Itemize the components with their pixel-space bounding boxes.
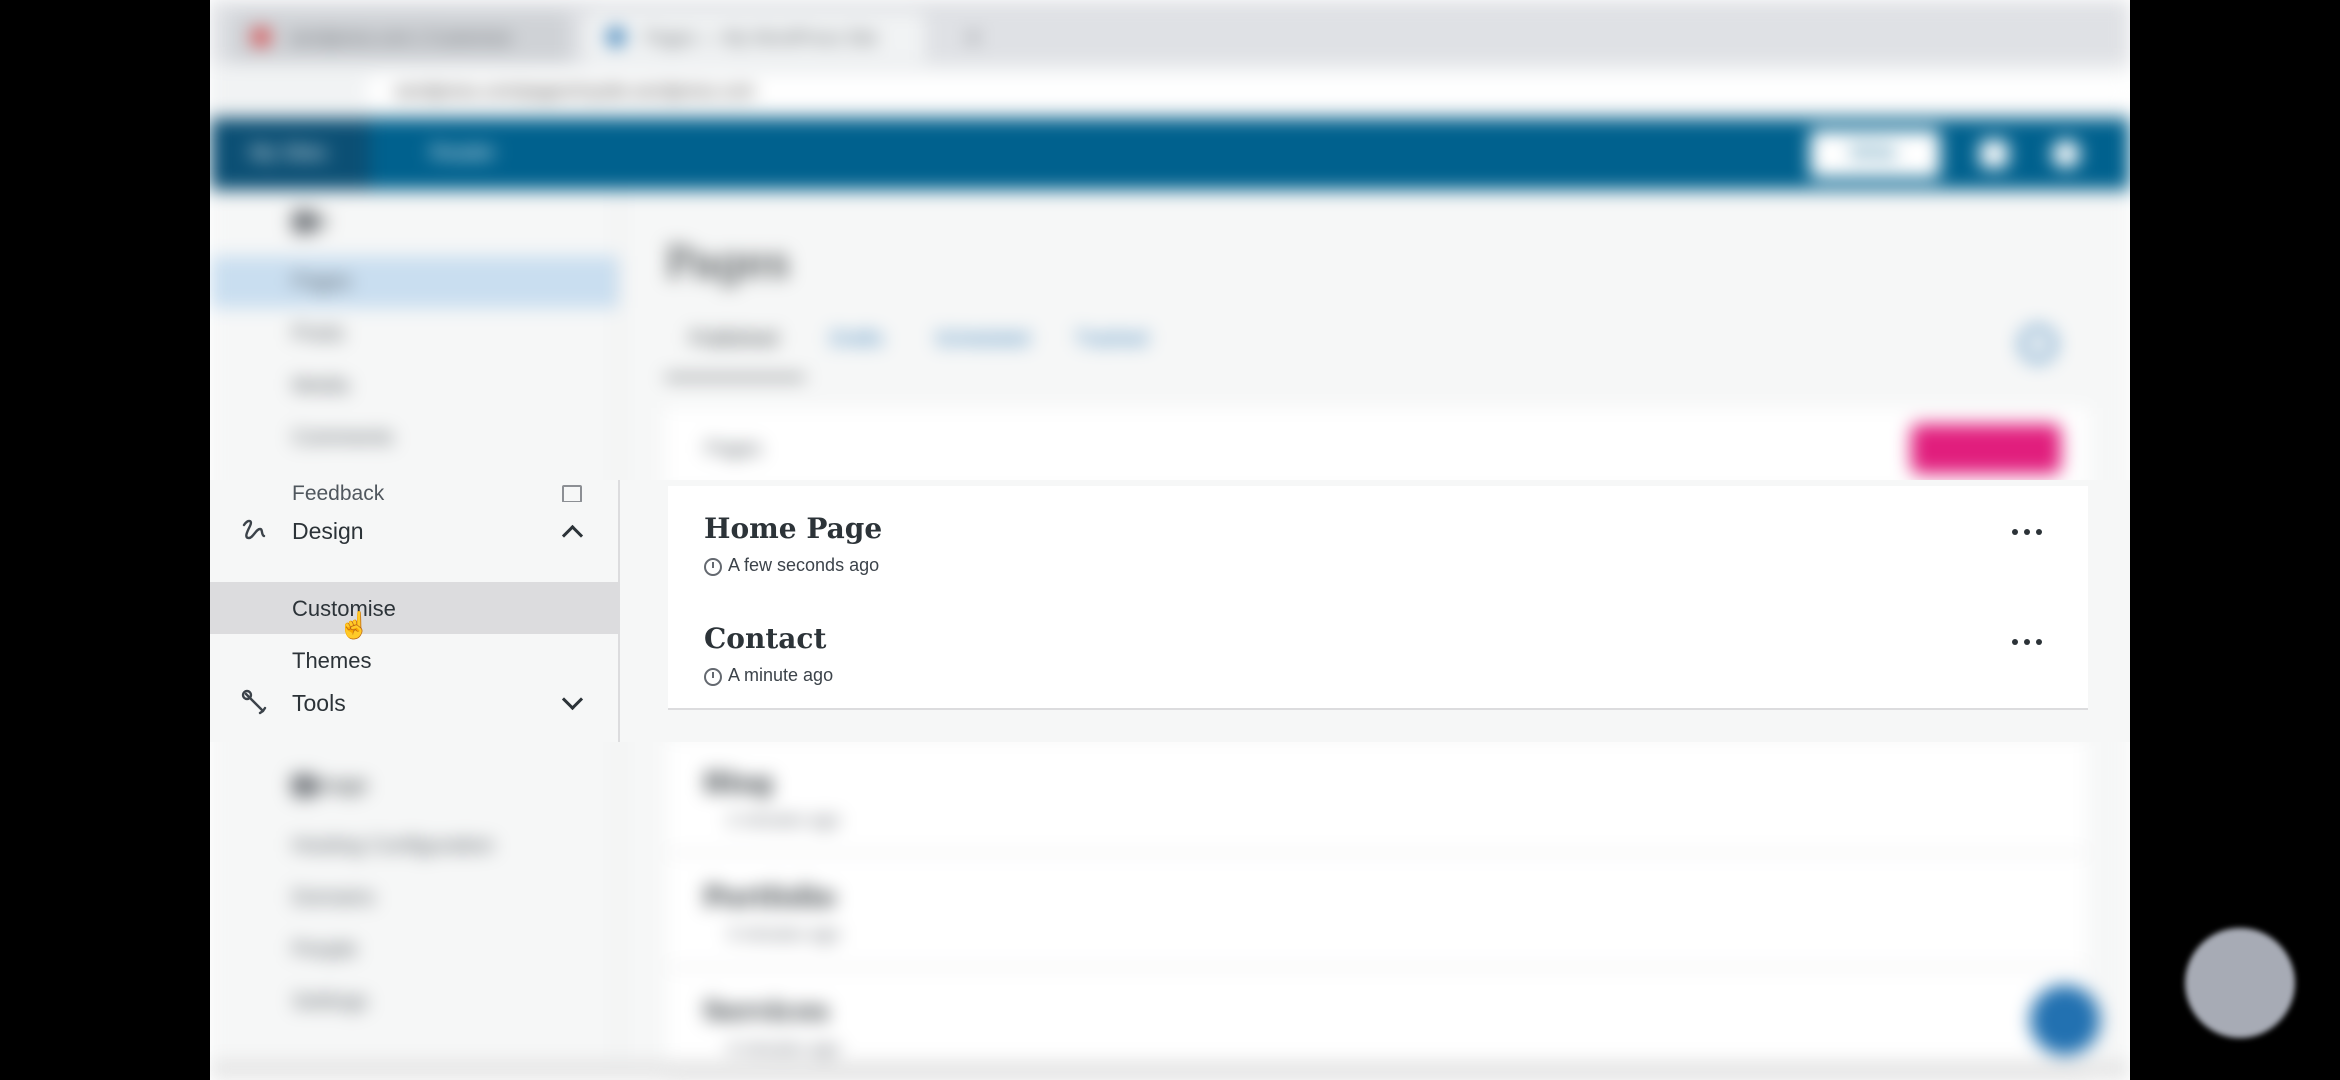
tab-drafts[interactable]: Drafts [830,328,883,351]
page-title-text: Blog [703,768,773,799]
sidebar-item-settings[interactable]: Settings [210,976,618,1028]
write-button[interactable]: Write [1810,130,1940,178]
page-title-text[interactable]: Contact [704,622,826,655]
page-title: Pages [665,238,790,287]
ellipsis-icon [2012,639,2018,645]
list-item[interactable]: Blog 2 minutes ago [667,740,2087,854]
add-bar-label: Pages [705,438,762,460]
sidebar-label: Site [292,210,329,233]
list-item[interactable]: Portfolio 3 minutes ago [667,854,2087,968]
address-bar-area: wordpress.com/pages/mysite.wordpress.com [210,64,2130,118]
tab-title: wordpress.com | Customize [290,28,512,48]
page-title-text: Services [703,996,829,1027]
sidebar-label: Design [292,518,364,544]
sidebar-label: Comments [292,426,394,449]
favicon-icon [252,28,270,46]
ellipsis-icon [2024,639,2030,645]
page-title-text: Portfolio [703,882,836,913]
page-time: A minute ago [728,665,834,685]
browser-tab-strip: wordpress.com | Customize Pages — My Wor… [210,0,2130,70]
external-link-icon [562,485,582,502]
sidebar-item-media[interactable]: Media [210,360,618,412]
add-new-page-button[interactable] [1911,424,2061,474]
sidebar-item-pages[interactable]: Pages [210,256,618,308]
favicon-icon [607,28,625,46]
browser-tab[interactable]: wordpress.com | Customize [230,12,570,62]
tab-scheduled[interactable]: Scheduled [935,328,1030,351]
write-label: Write [1850,142,1897,164]
address-bar[interactable]: wordpress.com/pages/mysite.wordpress.com [365,75,2130,107]
sidebar-item-hosting[interactable]: Hosting Configuration [210,820,618,872]
browser-tab-active[interactable]: Pages — My WordPress Site [585,12,925,62]
sidebar-label: Settings [292,990,368,1013]
sidebar-label: People [292,938,358,961]
sidebar-menu-design[interactable]: Design [210,504,618,556]
clock-icon [704,668,722,686]
sidebar-label: Hosting Configuration [292,834,494,857]
reader-button[interactable]: Reader [390,118,520,190]
reader-label: Reader [430,142,496,164]
wp-admin-bar: My Sites Reader Write [210,118,2130,190]
page-title-text[interactable]: Home Page [704,512,882,545]
design-squiggle-icon [242,519,266,540]
more-options-button[interactable] [2012,514,2048,550]
screen: wordpress.com | Customize Pages — My Wor… [210,0,2130,1080]
sidebar-item-posts[interactable]: Posts [210,308,618,360]
page-list: Home Page A few seconds ago Contact A mi… [620,480,2130,742]
new-tab-button[interactable]: + [965,22,981,54]
sidebar-label: Domains [292,886,375,909]
sidebar-item-customise[interactable]: Customise [210,582,618,634]
sidebar-label: Posts [292,322,345,345]
ellipsis-icon [2036,639,2042,645]
list-item[interactable]: Home Page A few seconds ago [668,486,2088,600]
chevron-up-icon[interactable] [561,524,584,547]
sidebar-label: Themes [292,648,372,673]
focused-region: Feedback Design Customise ☝ Themes Tools… [210,480,2130,742]
tab-published[interactable]: Published [690,328,778,351]
page-time: 3 minutes ago [727,924,841,944]
chevron-down-icon[interactable] [561,688,584,711]
help-fab-button[interactable] [2030,985,2100,1055]
sidebar-item-people[interactable]: People [210,924,618,976]
notifications-icon[interactable] [1980,140,2008,168]
sidebar-label: Tools [292,690,346,716]
sidebar-label: Media [292,374,350,397]
ellipsis-icon [2024,529,2030,535]
page-time: 4 minutes ago [727,1038,841,1058]
list-item[interactable]: Contact A minute ago [668,596,2088,710]
status-strip [210,1060,2130,1080]
avatar[interactable] [2052,140,2080,168]
tab-trashed[interactable]: Trashed [1075,328,1148,351]
sidebar: Feedback Design Customise ☝ Themes Tools [210,480,620,742]
sidebar-menu-tools[interactable]: Tools [210,676,618,728]
floating-camera-avatar[interactable] [2185,928,2295,1038]
my-sites-button[interactable]: My Sites [210,118,370,190]
my-sites-label: My Sites [250,142,327,164]
sidebar-manage-menu[interactable]: Manage [210,760,618,812]
sidebar-label: Feedback [292,482,385,502]
add-page-bar: Pages [665,408,2089,490]
page-time: 2 minutes ago [727,810,841,830]
wrench-icon [241,689,267,715]
more-options-button[interactable] [2012,624,2048,660]
ellipsis-icon [2036,529,2042,535]
sidebar-item-comments[interactable]: Comments [210,412,618,464]
ellipsis-icon [2012,529,2018,535]
clock-icon [704,558,722,576]
page-time: A few seconds ago [728,555,880,575]
tab-title: Pages — My WordPress Site [645,28,878,48]
search-icon[interactable] [2020,326,2056,362]
active-tab-indicator [665,376,805,379]
sidebar-site-menu[interactable]: Site [210,196,618,248]
sidebar-label: Pages [292,270,352,293]
sidebar-item-domains[interactable]: Domains [210,872,618,924]
sidebar-item-feedback[interactable]: Feedback [210,480,618,502]
url-text: wordpress.com/pages/mysite.wordpress.com [395,81,756,101]
